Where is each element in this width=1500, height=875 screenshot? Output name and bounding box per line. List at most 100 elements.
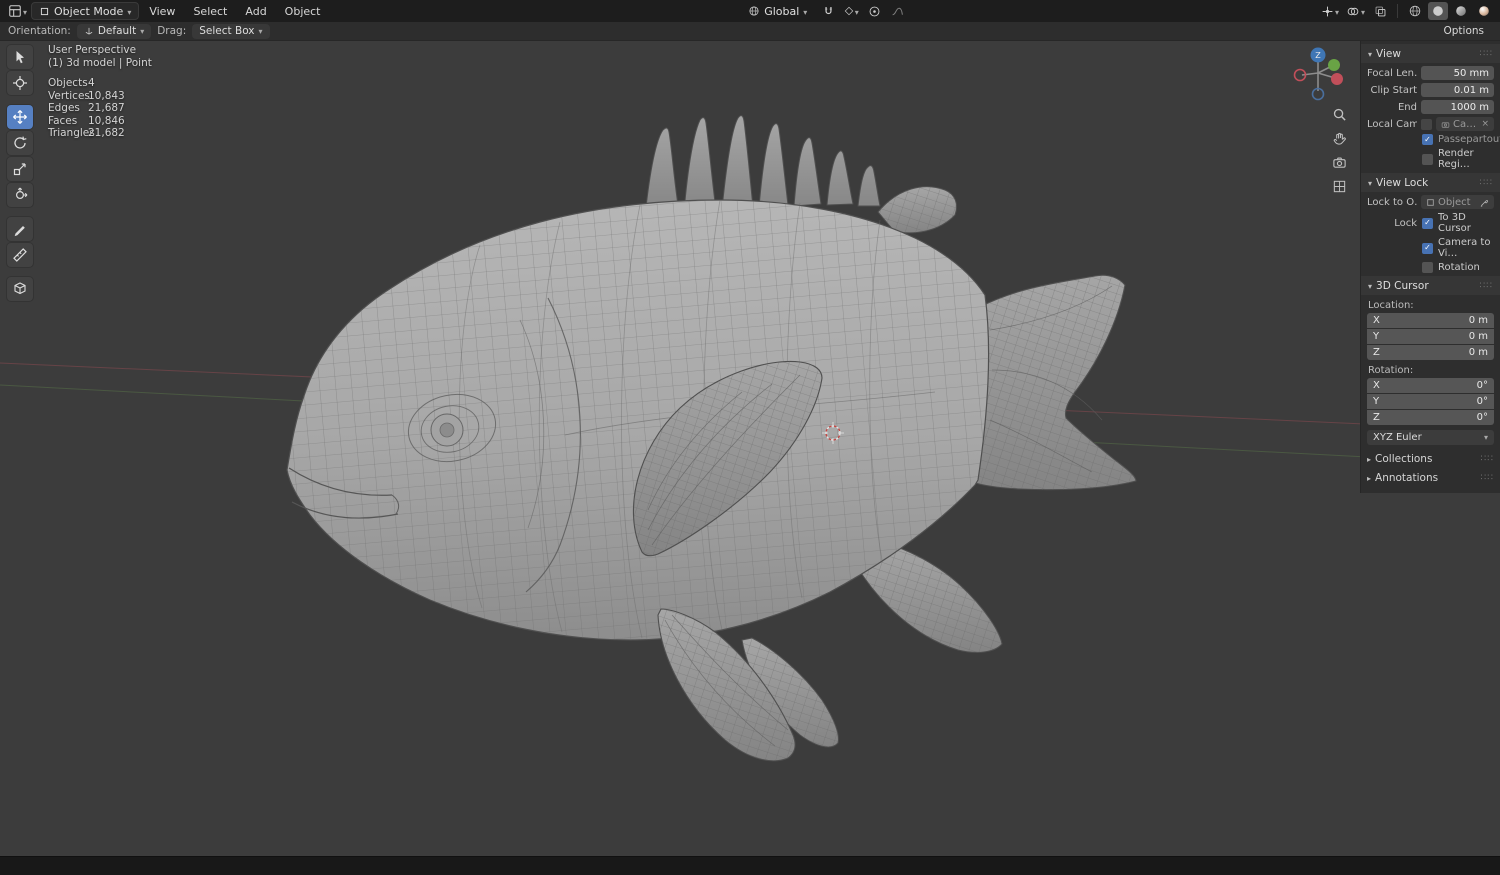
- view-perspective-label: User Perspective: [48, 44, 152, 57]
- shading-wireframe-button[interactable]: [1405, 2, 1425, 20]
- stat-value: 4: [88, 77, 95, 90]
- clear-icon[interactable]: ×: [1481, 119, 1489, 129]
- drag-handle-icon[interactable]: ∷∷: [1480, 49, 1493, 59]
- render-region-label: Render Regi…: [1438, 148, 1494, 170]
- menu-add[interactable]: Add: [237, 3, 274, 20]
- location-x-field[interactable]: X 0 m: [1367, 313, 1494, 328]
- tool-select-box[interactable]: [7, 45, 33, 69]
- proportional-editing-button[interactable]: [864, 2, 884, 20]
- clip-start-label: Clip Start: [1367, 85, 1417, 96]
- tool-rotate[interactable]: [7, 131, 33, 155]
- menu-select[interactable]: Select: [185, 3, 235, 20]
- blender-window: { "topbar": { "mode_value": "Object Mode…: [0, 0, 1500, 875]
- render-region-checkbox[interactable]: [1422, 154, 1433, 165]
- proportional-falloff-button[interactable]: [887, 2, 907, 20]
- proportional-edit-icon: [868, 5, 881, 18]
- tool-move[interactable]: [7, 105, 33, 129]
- shading-solid-button[interactable]: [1428, 2, 1448, 20]
- default-orientation-dropdown[interactable]: Default: [77, 24, 151, 39]
- rotation-mode-dropdown[interactable]: XYZ Euler: [1367, 430, 1494, 445]
- rotation-y-field[interactable]: Y 0°: [1367, 394, 1494, 409]
- magnifier-icon: [1332, 107, 1347, 122]
- drag-handle-icon[interactable]: ∷∷: [1480, 281, 1493, 291]
- options-button[interactable]: Options: [1435, 24, 1492, 38]
- snap-toggle-button[interactable]: [818, 2, 838, 20]
- falloff-curve-icon: [891, 5, 904, 18]
- tool-annotate[interactable]: [7, 217, 33, 241]
- collapse-arrow-icon: [1367, 472, 1371, 484]
- rotation-z-field[interactable]: Z 0°: [1367, 410, 1494, 425]
- navigation-gizmo[interactable]: Z: [1290, 46, 1350, 104]
- tool-add-cube[interactable]: [7, 277, 33, 301]
- passepartout-checkbox[interactable]: [1422, 134, 1433, 145]
- passepartout-row: Passepartout: [1367, 134, 1494, 145]
- gizmo-y-axis[interactable]: [1328, 59, 1340, 71]
- mode-dropdown[interactable]: Object Mode: [31, 2, 139, 20]
- show-gizmo-button[interactable]: [1319, 2, 1341, 20]
- lock-to-object-field[interactable]: Object: [1421, 195, 1494, 209]
- menu-view[interactable]: View: [141, 3, 183, 20]
- drag-handle-icon[interactable]: ∷∷: [1481, 454, 1494, 464]
- show-overlays-button[interactable]: [1344, 2, 1367, 20]
- camera-to-view-checkbox[interactable]: [1422, 243, 1433, 254]
- cursor-location-fields: X 0 m Y 0 m Z 0 m: [1367, 313, 1494, 360]
- tool-transform[interactable]: [7, 183, 33, 207]
- camera-icon: [1332, 155, 1347, 170]
- transform-snap-group: Global: [740, 2, 907, 20]
- eyedropper-icon[interactable]: [1480, 198, 1489, 207]
- collapse-arrow-icon: [1368, 177, 1372, 189]
- camera-to-view-label: Camera to Vi…: [1438, 237, 1494, 259]
- location-z-field[interactable]: Z 0 m: [1367, 345, 1494, 360]
- stat-value: 10,843: [88, 90, 125, 103]
- clip-end-row: End 1000 m: [1367, 100, 1494, 114]
- fish-model[interactable]: [287, 116, 1136, 761]
- tool-measure[interactable]: [7, 243, 33, 267]
- local-camera-checkbox[interactable]: [1421, 119, 1432, 130]
- lock-rotation-checkbox[interactable]: [1422, 262, 1433, 273]
- location-y-field[interactable]: Y 0 m: [1367, 329, 1494, 344]
- panel-header-annotations[interactable]: Annotations ∷∷: [1367, 468, 1494, 487]
- stat-label: Faces: [48, 115, 88, 128]
- clip-start-field[interactable]: 0.01 m: [1421, 83, 1494, 97]
- to-3d-cursor-checkbox[interactable]: [1422, 218, 1433, 229]
- shading-material-button[interactable]: [1451, 2, 1471, 20]
- panel-title: Annotations: [1375, 472, 1438, 484]
- chevron-down-icon: [140, 25, 144, 37]
- shading-rendered-button[interactable]: [1474, 2, 1494, 20]
- clip-end-field[interactable]: 1000 m: [1421, 100, 1494, 114]
- editor-type-button[interactable]: [6, 2, 29, 20]
- tool-cursor[interactable]: [7, 71, 33, 95]
- xray-icon: [1374, 5, 1387, 18]
- pan-button[interactable]: [1329, 128, 1349, 148]
- xray-toggle-button[interactable]: [1370, 2, 1390, 20]
- clip-end-label: End: [1367, 102, 1417, 113]
- drag-handle-icon[interactable]: ∷∷: [1480, 178, 1493, 188]
- stat-label: Objects: [48, 77, 88, 90]
- snap-target-icon: [844, 6, 854, 16]
- panel-header-view[interactable]: View ∷∷: [1361, 44, 1500, 63]
- ortho-toggle-button[interactable]: [1329, 176, 1349, 196]
- axis-value: 0 m: [1469, 315, 1488, 326]
- focal-length-field[interactable]: 50 mm: [1421, 66, 1494, 80]
- gizmo-x-axis[interactable]: [1331, 73, 1343, 85]
- stat-value: 21,687: [88, 102, 125, 115]
- rotation-x-field[interactable]: X 0°: [1367, 378, 1494, 393]
- menu-object[interactable]: Object: [277, 3, 329, 20]
- drag-handle-icon[interactable]: ∷∷: [1481, 473, 1494, 483]
- viewport-nav-buttons: [1329, 104, 1349, 196]
- viewport-3d[interactable]: [0, 40, 1500, 856]
- panel-header-collections[interactable]: Collections ∷∷: [1367, 449, 1494, 468]
- panel-header-3d-cursor[interactable]: 3D Cursor ∷∷: [1361, 276, 1500, 295]
- lock-to-object-value: Object: [1438, 197, 1471, 208]
- tool-scale[interactable]: [7, 157, 33, 181]
- panel-header-view-lock[interactable]: View Lock ∷∷: [1361, 173, 1500, 192]
- fish-pelvic-fins: [658, 609, 838, 761]
- chevron-down-icon: [855, 5, 859, 18]
- local-camera-field[interactable]: Ca… ×: [1436, 117, 1494, 131]
- zoom-button[interactable]: [1329, 104, 1349, 124]
- orientation-dropdown[interactable]: Global: [740, 2, 815, 20]
- axis-label: Z: [1373, 412, 1380, 423]
- snap-settings-button[interactable]: [841, 2, 861, 20]
- drag-mode-dropdown[interactable]: Select Box: [192, 24, 269, 39]
- camera-view-button[interactable]: [1329, 152, 1349, 172]
